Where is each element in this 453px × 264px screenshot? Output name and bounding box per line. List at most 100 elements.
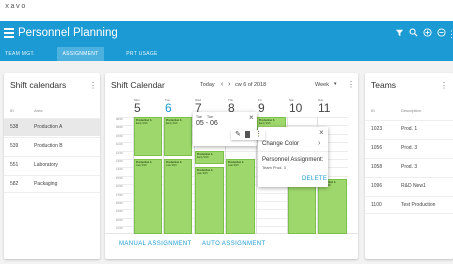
day-number: 10 bbox=[289, 101, 303, 115]
table-row[interactable]: 1056 Prod. 3 bbox=[365, 139, 453, 157]
shift-event[interactable]: Production AEarly Shift bbox=[134, 117, 162, 156]
event-sub: Late Shift bbox=[197, 172, 208, 175]
event-sub: Late Shift bbox=[228, 164, 239, 167]
view-select[interactable]: Week bbox=[315, 82, 329, 88]
table-row[interactable]: 538 Production A bbox=[4, 118, 100, 136]
table-row[interactable]: 539 Production B bbox=[4, 137, 100, 155]
shift-event[interactable]: Production ALate Shift bbox=[134, 159, 162, 234]
time-label: 20:00 bbox=[116, 218, 123, 222]
popup-range: 05 - 06 bbox=[196, 120, 218, 127]
today-button[interactable]: Today bbox=[200, 82, 215, 88]
row-description: R&D New1 bbox=[401, 183, 426, 189]
brand-bar: xavo bbox=[0, 0, 453, 18]
time-label: 08:00 bbox=[116, 118, 123, 121]
menu-divider bbox=[258, 151, 328, 152]
time-label: 14:00 bbox=[116, 168, 123, 172]
teams-card: Teams ⋮ ID Description 1023 Prod. 1 1056… bbox=[365, 73, 453, 259]
day-header-tue[interactable]: Tue 6 bbox=[165, 98, 172, 114]
time-label: 10:00 bbox=[116, 134, 123, 138]
shift-event[interactable]: Production ALate Shift bbox=[226, 159, 255, 234]
row-id: 1096 bbox=[371, 183, 383, 189]
menu-icon[interactable] bbox=[4, 28, 14, 38]
row-id: 551 bbox=[10, 162, 19, 168]
shift-calendars-menu-icon[interactable]: ⋮ bbox=[89, 81, 97, 90]
shift-event[interactable]: Production AEarly Shift bbox=[164, 117, 192, 156]
popup-day-b: Tue bbox=[207, 115, 213, 119]
app-title: Personnel Planning bbox=[18, 27, 118, 39]
time-label: 13:00 bbox=[116, 160, 123, 163]
delete-button[interactable]: DELETE bbox=[302, 176, 327, 182]
delete-icon[interactable] bbox=[245, 131, 250, 138]
calendar-menu-icon[interactable]: ⋮ bbox=[347, 80, 355, 89]
remove-icon[interactable] bbox=[435, 28, 447, 40]
row-area: Laboratory bbox=[34, 162, 58, 168]
column-header-description: Description bbox=[401, 108, 422, 113]
filter-icon[interactable] bbox=[393, 28, 405, 40]
shift-event[interactable]: Production ALate Shift bbox=[318, 179, 347, 234]
week-range-label: cw 6 of 2018 bbox=[235, 82, 267, 88]
day-number: 11 bbox=[318, 101, 331, 115]
table-row[interactable]: 1058 Prod. 3 bbox=[365, 158, 453, 176]
chevron-right-icon[interactable]: › bbox=[228, 81, 230, 88]
chevron-down-icon[interactable]: ▾ bbox=[334, 81, 337, 87]
shift-calendar-title: Shift Calendar bbox=[111, 80, 165, 90]
row-id: 582 bbox=[10, 181, 19, 187]
tab-assignment[interactable]: ASSIGNMENT bbox=[57, 47, 104, 61]
table-row[interactable]: 1023 Prod. 1 bbox=[365, 120, 453, 138]
close-icon[interactable]: × bbox=[319, 128, 324, 137]
assignment-value: Team Prod. 3 bbox=[262, 165, 286, 170]
row-description: Test Production bbox=[401, 202, 436, 208]
row-id: 1023 bbox=[371, 126, 383, 132]
time-label: 21:00 bbox=[116, 227, 123, 231]
auto-assignment-button[interactable]: AUTO ASSIGNMENT bbox=[202, 241, 266, 247]
teams-title: Teams bbox=[371, 80, 397, 90]
teams-menu-icon[interactable]: ⋮ bbox=[440, 81, 448, 90]
day-header-sun[interactable]: Sun 11 bbox=[318, 98, 330, 114]
time-label: 09:00 bbox=[116, 126, 123, 130]
more-icon[interactable]: ⋮ bbox=[447, 28, 453, 40]
row-area: Production B bbox=[34, 143, 63, 149]
table-row[interactable]: 1100 Test Production bbox=[365, 196, 453, 214]
shift-event[interactable]: Production AEarly Shift bbox=[195, 151, 224, 164]
add-icon[interactable] bbox=[421, 28, 433, 40]
table-row[interactable]: 582 Packaging bbox=[4, 175, 100, 193]
table-row[interactable]: 551 Laboratory bbox=[4, 156, 100, 174]
assignment-label: Personnel Assignment: bbox=[262, 157, 324, 163]
app-bar: Personnel Planning ⋮ bbox=[0, 21, 453, 47]
day-header-mon[interactable]: Mon 5 bbox=[134, 98, 141, 114]
row-area: Production A bbox=[34, 124, 63, 130]
day-header-sat[interactable]: Sat 10 bbox=[289, 98, 302, 114]
shift-event[interactable]: Production ALate Shift bbox=[164, 159, 192, 234]
day-number: 5 bbox=[134, 101, 141, 115]
brand-logo: xavo bbox=[5, 3, 27, 11]
event-sub: Early Shift bbox=[259, 122, 271, 125]
row-id: 539 bbox=[10, 143, 19, 149]
day-header-fri[interactable]: Fri 9 bbox=[258, 98, 265, 114]
row-description: Prod. 1 bbox=[401, 126, 418, 132]
tab-bar: TEAM MGT. ASSIGNMENT PRT USAGE bbox=[0, 47, 453, 61]
chevron-right-icon[interactable]: › bbox=[318, 140, 320, 147]
tab-prt-usage[interactable]: PRT USAGE bbox=[122, 47, 162, 61]
search-icon[interactable] bbox=[407, 28, 419, 40]
time-label: 19:00 bbox=[116, 210, 123, 214]
popup-day-a: Tue bbox=[196, 115, 202, 119]
event-sub: Early Shift bbox=[197, 156, 209, 159]
shift-event[interactable]: Production ALate Shift bbox=[288, 179, 316, 234]
more-vert-icon[interactable]: ⋮ bbox=[255, 130, 262, 138]
event-menu-popup: × Change Color › Personnel Assignment: T… bbox=[258, 127, 328, 187]
change-color-menu-item[interactable]: Change Color bbox=[262, 141, 299, 147]
event-sub: Late Shift bbox=[166, 164, 177, 167]
tab-team-mgt[interactable]: TEAM MGT. bbox=[0, 47, 40, 61]
row-id: 538 bbox=[10, 124, 19, 130]
row-description: Prod. 3 bbox=[401, 164, 418, 170]
time-label: 16:00 bbox=[116, 185, 123, 189]
close-icon[interactable]: × bbox=[249, 113, 254, 122]
manual-assignment-button[interactable]: MANUAL ASSIGNMENT bbox=[119, 241, 192, 247]
event-detail-popup: Tue Tue 05 - 06 × bbox=[193, 112, 257, 146]
table-row[interactable]: 1096 R&D New1 bbox=[365, 177, 453, 195]
shift-event[interactable]: Production ALate Shift bbox=[195, 167, 224, 234]
edit-icon[interactable]: ✎ bbox=[235, 130, 241, 138]
column-header-id: ID bbox=[10, 108, 14, 113]
chevron-left-icon[interactable]: ‹ bbox=[221, 81, 223, 88]
row-area: Packaging bbox=[34, 181, 58, 187]
